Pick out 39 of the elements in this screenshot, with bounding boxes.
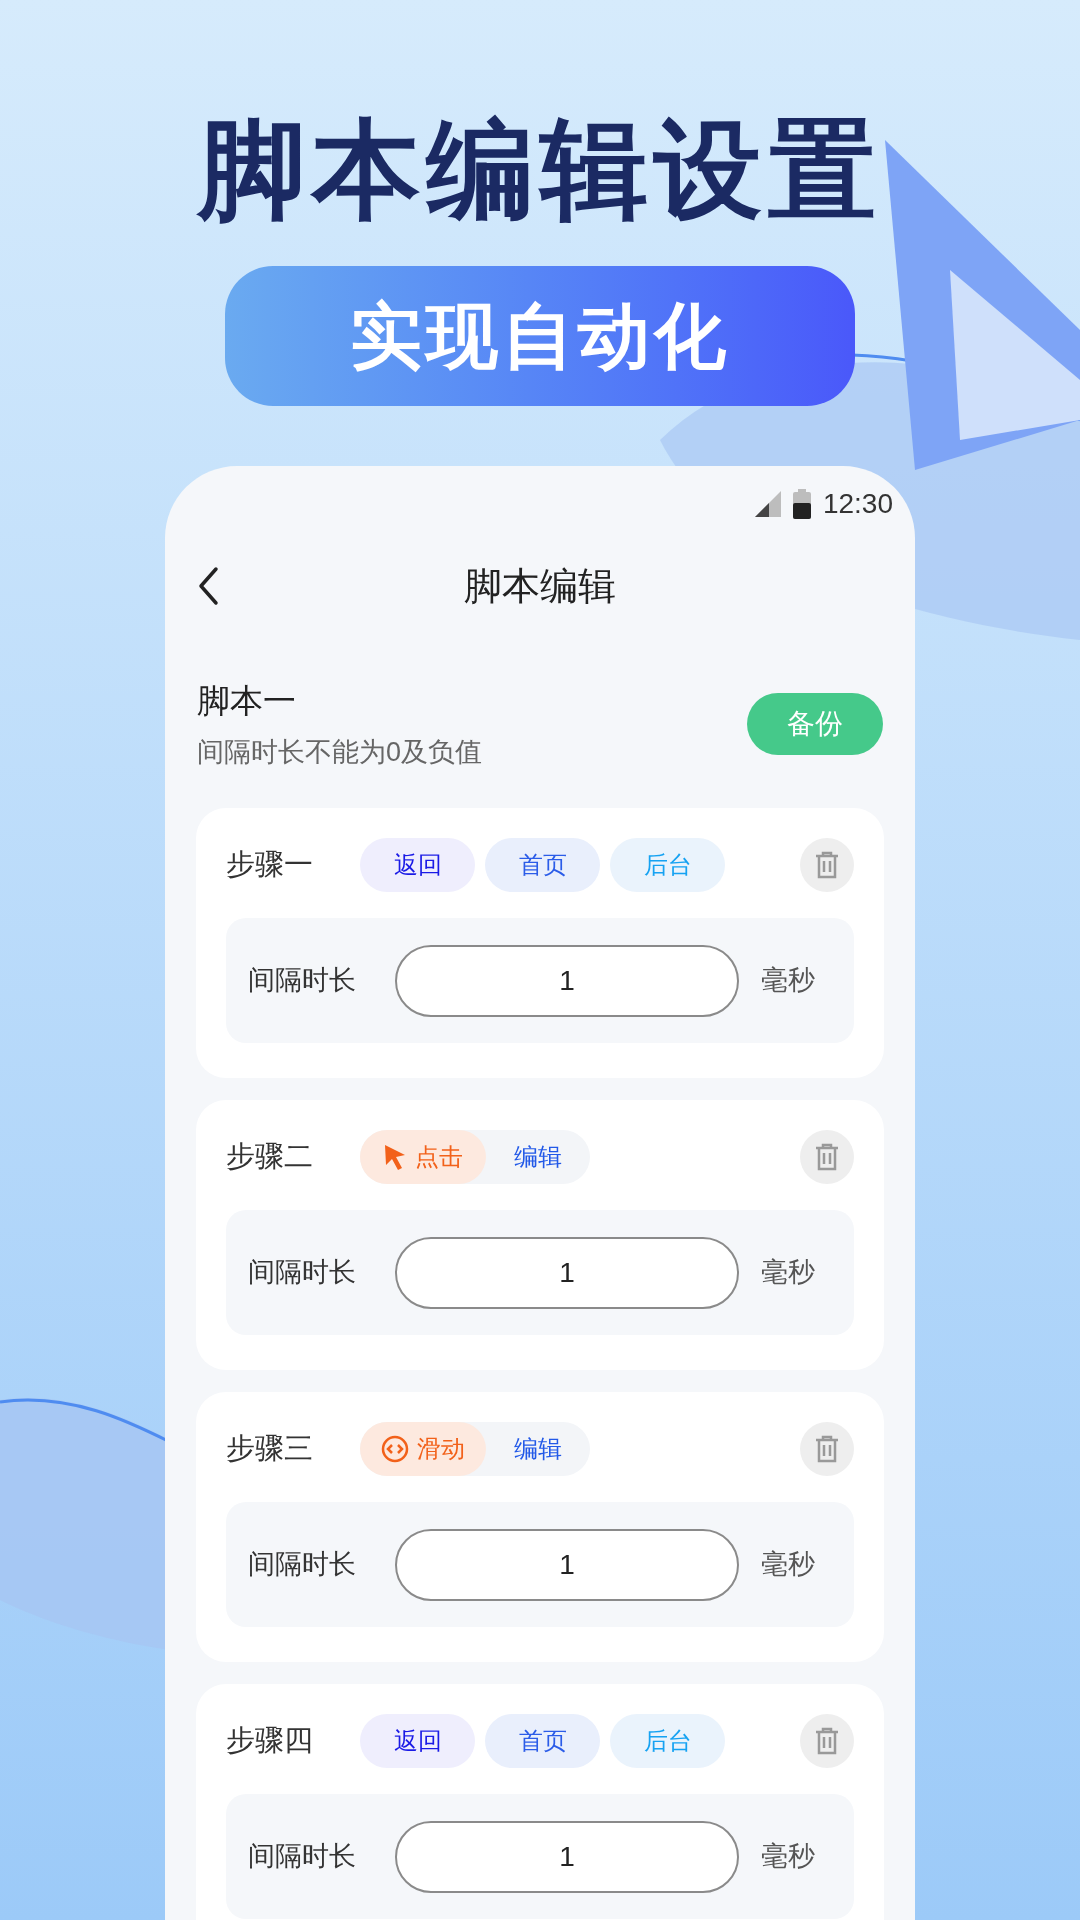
status-time: 12:30	[822, 487, 893, 521]
script-name: 脚本一	[197, 681, 297, 721]
interval-input[interactable]: 1	[395, 1236, 739, 1309]
trash-icon	[815, 851, 839, 879]
step-label: 步骤一	[226, 847, 314, 883]
unit-label: 毫秒	[761, 1548, 815, 1582]
interval-label: 间隔时长	[248, 1256, 357, 1290]
interval-label: 间隔时长	[248, 964, 357, 998]
action-chip[interactable]: 返回	[360, 838, 475, 892]
interval-input[interactable]: 1	[395, 1820, 739, 1893]
edit-button[interactable]: 编辑	[486, 1422, 590, 1476]
battery-icon	[792, 489, 811, 519]
trash-icon	[815, 1727, 839, 1755]
script-hint: 间隔时长不能为0及负值	[197, 735, 483, 769]
banner-pill: 实现自动化	[225, 266, 855, 406]
edit-button[interactable]: 编辑	[486, 1130, 590, 1184]
step-label: 步骤四	[226, 1723, 314, 1759]
headline: 脚本编辑设置	[198, 108, 882, 232]
unit-label: 毫秒	[761, 1840, 815, 1874]
interval-label: 间隔时长	[248, 1840, 357, 1874]
step-label: 步骤三	[226, 1431, 314, 1467]
cursor-icon	[383, 1143, 407, 1171]
swipe-icon	[381, 1435, 409, 1463]
unit-label: 毫秒	[761, 964, 815, 998]
signal-icon	[754, 491, 781, 517]
interval-input[interactable]: 1	[395, 1528, 739, 1601]
back-icon	[197, 566, 219, 606]
trash-icon	[815, 1143, 839, 1171]
action-chip[interactable]: 滑动	[360, 1422, 486, 1476]
action-chip[interactable]: 返回	[360, 1714, 475, 1768]
trash-icon	[815, 1435, 839, 1463]
interval-input[interactable]: 1	[395, 944, 739, 1017]
action-chip[interactable]: 点击	[360, 1130, 486, 1184]
action-chip[interactable]: 首页	[485, 1714, 600, 1768]
page-title: 脚本编辑	[464, 563, 616, 609]
interval-label: 间隔时长	[248, 1548, 357, 1582]
step-label: 步骤二	[226, 1139, 314, 1175]
unit-label: 毫秒	[761, 1256, 815, 1290]
action-chip[interactable]: 首页	[485, 838, 600, 892]
